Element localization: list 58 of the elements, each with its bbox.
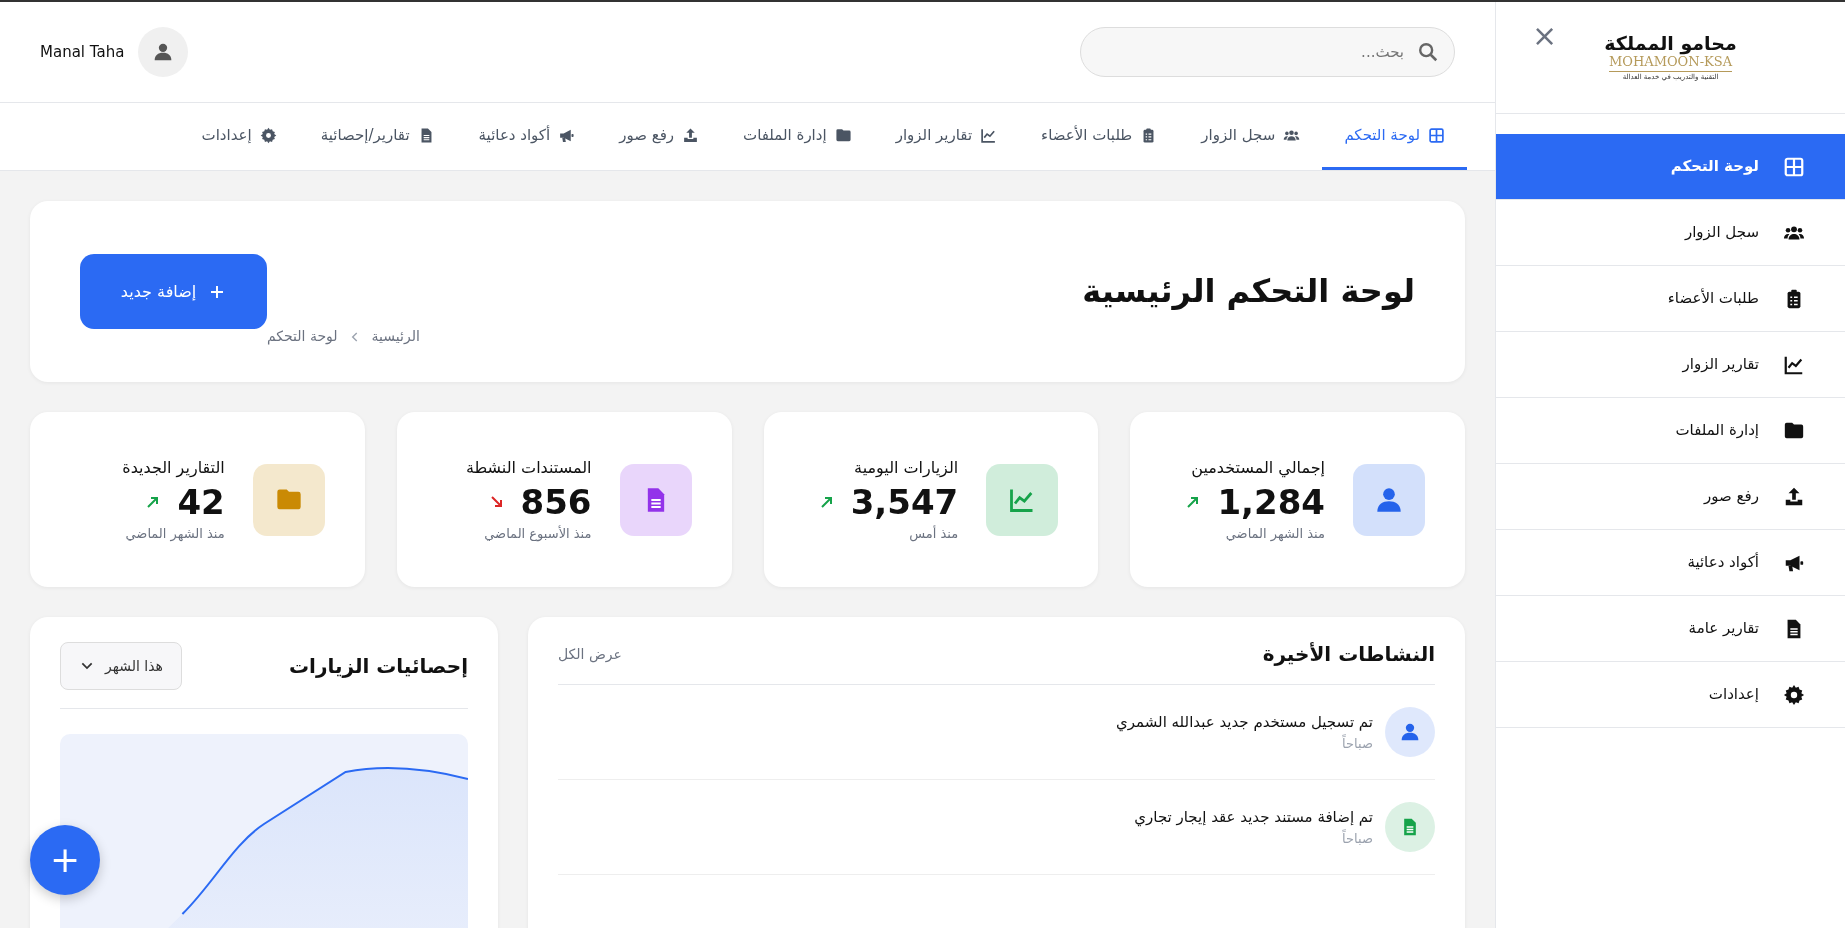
sidebar-item[interactable]: أكواد دعائية	[1496, 530, 1845, 596]
nav-tab[interactable]: إعدادات	[179, 103, 299, 170]
add-new-button[interactable]: إضافة جديد	[80, 254, 267, 329]
sidebar-item[interactable]: إعدادات	[1496, 662, 1845, 728]
page-title: لوحة التحكم الرئيسية	[1082, 272, 1415, 311]
sidebar-item[interactable]: رفع صور	[1496, 464, 1845, 530]
period-dropdown[interactable]: هذا الشهر	[60, 642, 182, 690]
activity-text: تم إضافة مستند جديد عقد إيجار تجاري	[1134, 807, 1373, 829]
grid-icon	[1783, 155, 1805, 178]
nav-tab[interactable]: تقارير/إحصائية	[298, 103, 457, 170]
sidebar-item[interactable]: لوحة التحكم	[1496, 134, 1845, 200]
nav-tab[interactable]: إدارة الملفات	[721, 103, 874, 170]
grid-icon	[1428, 126, 1445, 144]
upload-icon	[1783, 485, 1805, 508]
user-icon	[1400, 722, 1420, 742]
avatar[interactable]	[138, 27, 189, 77]
stat-label: إجمالي المستخدمين	[1190, 456, 1325, 480]
sidebar-item[interactable]: إدارة الملفات	[1496, 398, 1845, 464]
close-button[interactable]: ×	[1526, 20, 1564, 52]
stat-note: منذ الشهر الماضي	[124, 524, 225, 544]
activity-time: صباحاً	[1341, 733, 1373, 753]
settings-icon	[259, 126, 277, 144]
stat-note: منذ الشهر الماضي	[1224, 524, 1325, 544]
nav-tab[interactable]: رفع صور	[597, 103, 722, 170]
activity-time: صباحاً	[1341, 828, 1373, 848]
folder-icon	[834, 126, 852, 144]
stat-note: منذ الأسبوع الماضي	[483, 524, 592, 544]
stat-value: 1,284	[1217, 480, 1325, 524]
line-chart-icon	[980, 126, 998, 144]
nav-tab[interactable]: أكواد دعائية	[456, 103, 598, 170]
stat-label: الزيارات اليومية	[853, 456, 959, 479]
sidebar-item[interactable]: سجل الزوار	[1496, 200, 1845, 266]
stat-label: التقارير الجديدة	[122, 456, 225, 480]
card-title: النشاطات الأخيرة	[1262, 642, 1435, 666]
nav-tab[interactable]: لوحة التحكم	[1322, 103, 1467, 170]
breadcrumb-link[interactable]: الرئيسية	[371, 326, 420, 347]
card-title: إحصائيات الزيارات	[288, 654, 468, 678]
nav-tab[interactable]: طلبات الأعضاء	[1019, 103, 1180, 170]
user-icon	[1375, 485, 1403, 514]
user-name: Manal Taha	[40, 41, 125, 63]
nav-tab[interactable]: تقارير الزوار	[873, 103, 1020, 170]
settings-icon	[1783, 683, 1805, 706]
view-all-link[interactable]: عرض الكل	[558, 643, 622, 665]
stat-label: المستندات النشطة	[465, 456, 592, 479]
search-field[interactable]: بحث...	[1080, 27, 1455, 77]
nav-tab[interactable]: سجل الزوار	[1179, 103, 1323, 170]
stat-value: 856	[520, 480, 592, 524]
activity-text: تم تسجيل مستخدم جديد عبدالله الشمري	[1116, 712, 1373, 734]
sidebar-item[interactable]: تقارير الزوار	[1496, 332, 1845, 398]
upload-icon	[682, 126, 700, 144]
breadcrumb-link[interactable]: لوحة التحكم	[267, 326, 338, 347]
search-icon	[1417, 41, 1439, 63]
user-icon	[153, 42, 174, 62]
stat-note: منذ أمس	[908, 524, 959, 544]
stat-value: 3,547	[850, 480, 959, 524]
sidebar-item[interactable]: تقارير عامة	[1496, 596, 1845, 662]
stat-value: 42	[177, 480, 225, 524]
sidebar-item[interactable]: طلبات الأعضاء	[1496, 266, 1845, 332]
